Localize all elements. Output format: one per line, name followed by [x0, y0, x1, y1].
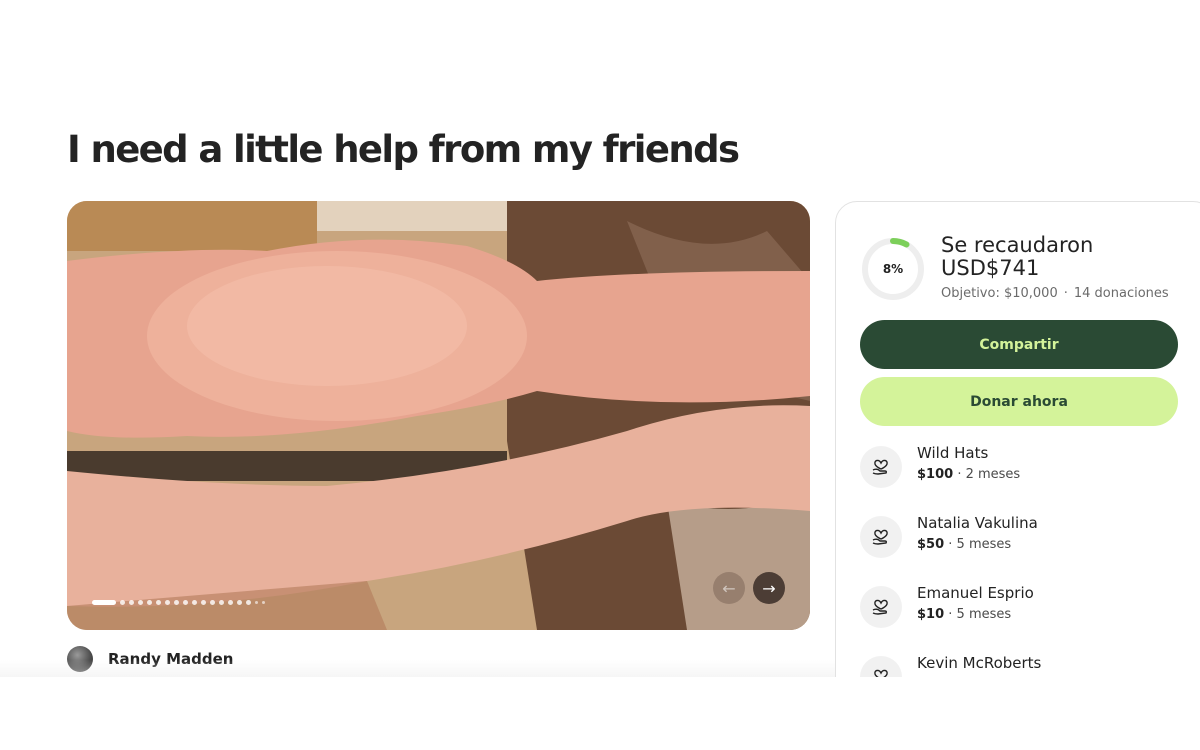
donor-name: Emanuel Esprio [917, 584, 1034, 602]
meta-separator: · [1063, 286, 1068, 301]
pagination-dot[interactable] [129, 600, 134, 605]
pagination-dot[interactable] [183, 600, 188, 605]
pagination-dot[interactable] [210, 600, 215, 605]
photo-gallery[interactable]: ← → [67, 201, 810, 630]
donor-time: · 2 meses [953, 467, 1021, 482]
donor-item: Wild Hats $100 · 2 meses [860, 444, 1021, 488]
donor-time: · 5 meses [944, 537, 1012, 552]
donor-item: Natalia Vakulina $50 · 5 meses [860, 514, 1038, 558]
donor-name: Natalia Vakulina [917, 514, 1038, 532]
pagination-dot[interactable] [165, 600, 170, 605]
arrow-right-icon: → [762, 578, 776, 598]
heart-hand-icon [860, 516, 902, 558]
page-title: I need a little help from my friends [67, 128, 740, 171]
pagination-dot[interactable] [138, 600, 143, 605]
donation-card: 8% Se recaudaron USD$741 Objetivo: $10,0… [835, 201, 1200, 721]
pagination-dot[interactable] [174, 600, 179, 605]
donor-amount: $50 [917, 537, 945, 552]
share-button[interactable]: Compartir [860, 320, 1178, 369]
gallery-next-button[interactable]: → [753, 572, 785, 604]
campaign-photo [67, 201, 810, 630]
donor-name: Wild Hats [917, 444, 989, 462]
donor-amount: $100 [917, 467, 954, 482]
gallery-prev-button[interactable]: ← [713, 572, 745, 604]
pagination-dot[interactable] [156, 600, 161, 605]
pagination-dot[interactable] [219, 600, 224, 605]
donor-time: · 5 meses [944, 607, 1012, 622]
pagination-dot[interactable] [120, 600, 125, 605]
donor-item: Emanuel Esprio $10 · 5 meses [860, 584, 1034, 628]
pagination-dot[interactable] [246, 600, 251, 605]
heart-hand-icon [860, 446, 902, 488]
pagination-dot[interactable] [147, 600, 152, 605]
page-footer-blank [0, 677, 1200, 750]
goal-meta: Objetivo: $10,000 · 14 donaciones [941, 286, 1169, 301]
pagination-dot[interactable] [237, 600, 242, 605]
donor-amount: $10 [917, 607, 945, 622]
pagination-dot[interactable] [255, 601, 258, 604]
gallery-pagination[interactable] [92, 600, 265, 605]
donate-now-button[interactable]: Donar ahora [860, 377, 1178, 426]
heart-hand-icon [860, 586, 902, 628]
donor-name: Kevin McRoberts [917, 654, 1042, 672]
amount-raised: Se recaudaron USD$741 [941, 233, 1094, 280]
pagination-dot[interactable] [92, 600, 116, 605]
pagination-dot[interactable] [262, 601, 265, 604]
pagination-dot[interactable] [201, 600, 206, 605]
pagination-dot[interactable] [228, 600, 233, 605]
pagination-dot[interactable] [192, 600, 197, 605]
goal-amount: Objetivo: $10,000 [941, 286, 1058, 301]
progress-percent: 8% [882, 262, 904, 276]
arrow-left-icon: ← [722, 578, 736, 598]
donation-count: 14 donaciones [1073, 286, 1169, 301]
